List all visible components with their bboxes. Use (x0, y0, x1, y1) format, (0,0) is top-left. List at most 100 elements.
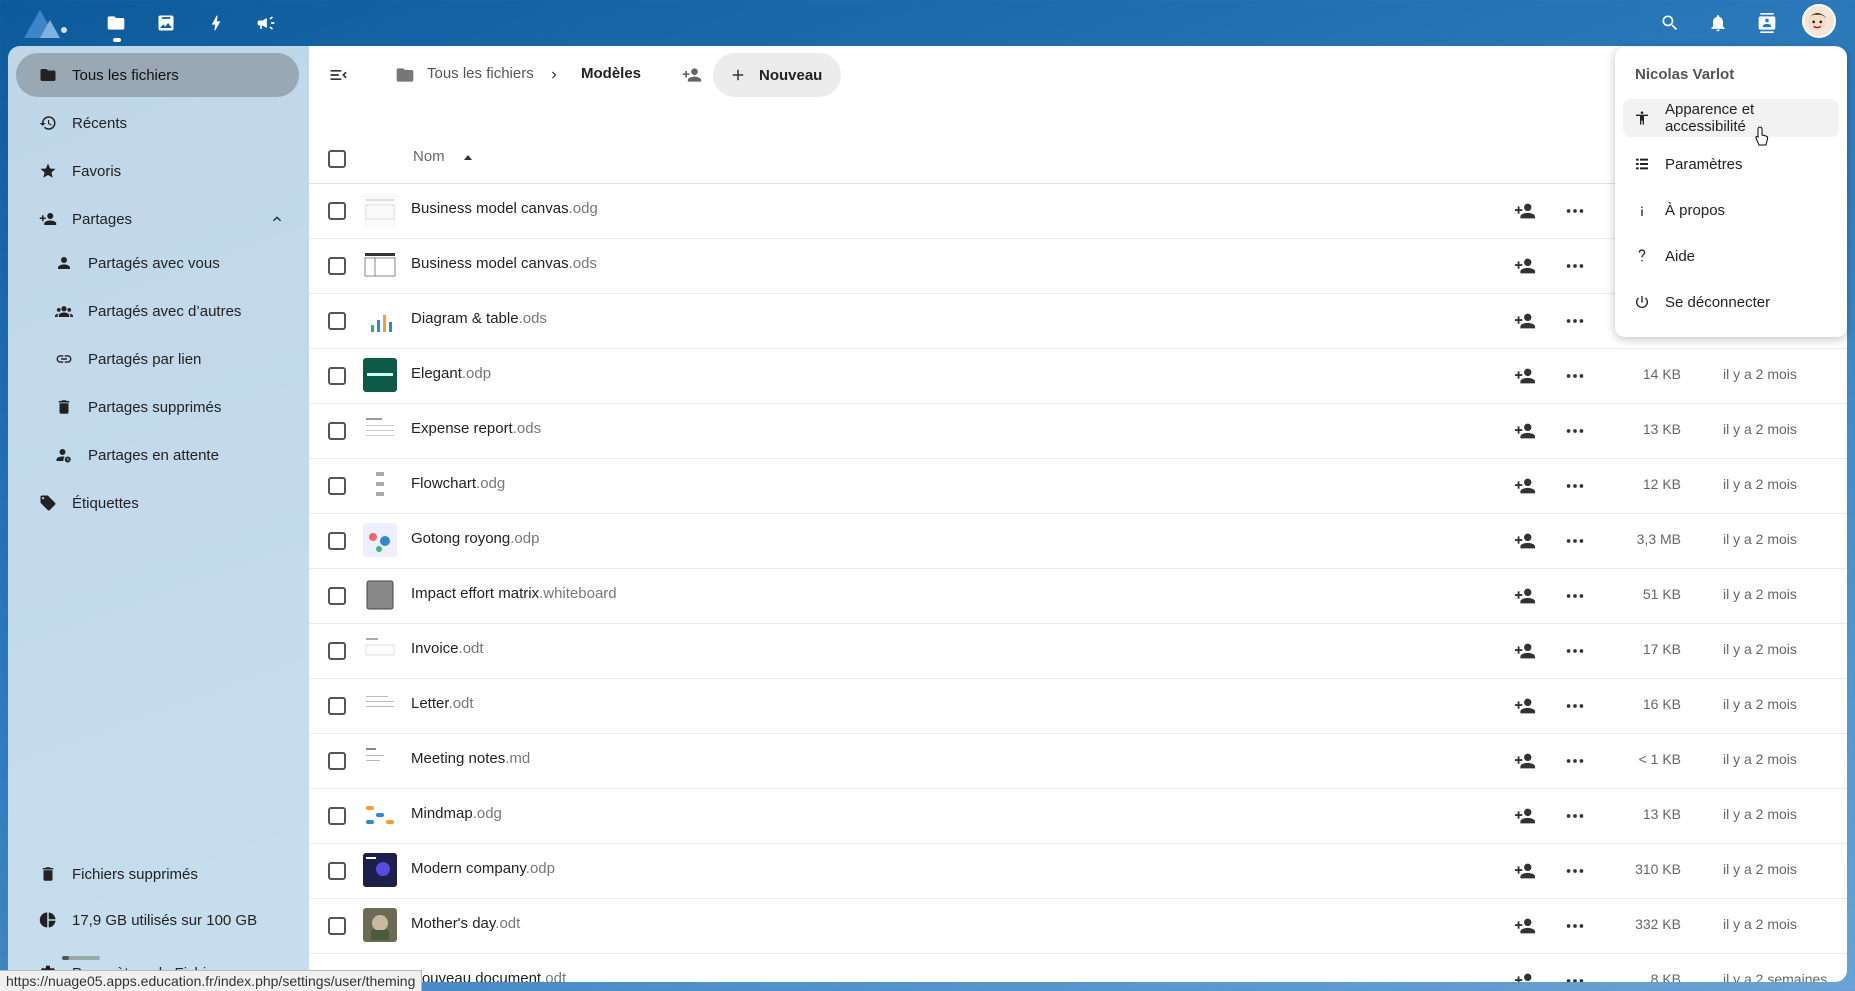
row-checkbox[interactable] (328, 202, 346, 220)
row-checkbox[interactable] (328, 917, 346, 935)
more-actions-icon[interactable] (1564, 255, 1586, 277)
file-name[interactable]: Letter.odt (411, 695, 474, 712)
row-checkbox[interactable] (328, 532, 346, 550)
logo[interactable] (22, 6, 72, 40)
table-row[interactable]: Flowchart.odg 12 KB il y a 2 mois (309, 459, 1847, 514)
search-icon[interactable] (1657, 10, 1683, 36)
more-actions-icon[interactable] (1564, 915, 1586, 937)
more-actions-icon[interactable] (1564, 970, 1586, 982)
file-name[interactable]: Expense report.ods (411, 420, 541, 437)
sidebar-item-pending-shares[interactable]: Partages en attente (16, 433, 299, 477)
menu-item-about[interactable]: À propos (1623, 191, 1839, 229)
sidebar-item-deleted-files[interactable]: Fichiers supprimés (16, 852, 299, 896)
file-name[interactable]: Nouveau document.odt (411, 970, 566, 982)
file-name[interactable]: Invoice.odt (411, 640, 484, 657)
notifications-icon[interactable] (1705, 10, 1731, 36)
file-thumbnail[interactable] (363, 688, 397, 722)
share-icon[interactable] (1514, 805, 1536, 827)
row-checkbox[interactable] (328, 367, 346, 385)
menu-item-help[interactable]: Aide (1623, 237, 1839, 275)
share-icon[interactable] (1514, 365, 1536, 387)
sidebar-item-shared-with-others[interactable]: Partagés avec d’autres (16, 289, 299, 333)
sidebar-item-shared-by-link[interactable]: Partagés par lien (16, 337, 299, 381)
row-checkbox[interactable] (328, 862, 346, 880)
file-thumbnail[interactable] (363, 798, 397, 832)
share-icon[interactable] (1514, 585, 1536, 607)
file-name[interactable]: Flowchart.odg (411, 475, 505, 492)
file-name[interactable]: Impact effort matrix.whiteboard (411, 585, 617, 602)
table-row[interactable]: Nouveau document.odt 8 KB il y a 2 semaine… (309, 954, 1847, 982)
share-folder-icon[interactable] (680, 63, 704, 87)
sidebar-item-shared-with-you[interactable]: Partagés avec vous (16, 241, 299, 285)
sidebar-item-shares[interactable]: Partages (16, 197, 299, 241)
activity-app-icon[interactable] (203, 10, 229, 36)
more-actions-icon[interactable] (1564, 805, 1586, 827)
sort-ascending-icon[interactable] (463, 153, 473, 163)
share-icon[interactable] (1514, 860, 1536, 882)
share-icon[interactable] (1514, 640, 1536, 662)
share-icon[interactable] (1514, 530, 1536, 552)
breadcrumb-current[interactable]: Modèles (581, 65, 641, 82)
file-name[interactable]: Business model canvas.ods (411, 255, 597, 272)
file-name[interactable]: Elegant.odp (411, 365, 491, 382)
file-thumbnail[interactable] (363, 743, 397, 777)
announcements-app-icon[interactable] (253, 10, 279, 36)
table-row[interactable]: Expense report.ods 13 KB il y a 2 mois (309, 404, 1847, 459)
sidebar-item-tags[interactable]: Étiquettes (16, 481, 299, 525)
more-actions-icon[interactable] (1564, 750, 1586, 772)
table-row[interactable]: Meeting notes.md < 1 KB il y a 2 mois (309, 734, 1847, 789)
more-actions-icon[interactable] (1564, 530, 1586, 552)
select-all-checkbox[interactable] (328, 150, 346, 168)
breadcrumb-root[interactable]: Tous les fichiers (427, 65, 534, 82)
more-actions-icon[interactable] (1564, 695, 1586, 717)
file-thumbnail[interactable] (363, 468, 397, 502)
folder-icon[interactable] (393, 63, 417, 87)
file-thumbnail[interactable] (363, 578, 397, 612)
menu-item-logout[interactable]: Se déconnecter (1623, 283, 1839, 321)
table-row[interactable]: Letter.odt 16 KB il y a 2 mois (309, 679, 1847, 734)
file-name[interactable]: Meeting notes.md (411, 750, 530, 767)
file-thumbnail[interactable] (363, 853, 397, 887)
file-name[interactable]: Diagram & table.ods (411, 310, 547, 327)
row-checkbox[interactable] (328, 807, 346, 825)
share-icon[interactable] (1514, 420, 1536, 442)
file-thumbnail[interactable] (363, 523, 397, 557)
table-row[interactable]: Mother's day.odt 332 KB il y a 2 mois (309, 899, 1847, 954)
more-actions-icon[interactable] (1564, 640, 1586, 662)
file-name[interactable]: Modern company.odp (411, 860, 555, 877)
file-name[interactable]: Gotong royong.odp (411, 530, 539, 547)
table-row[interactable]: Elegant.odp 14 KB il y a 2 mois (309, 349, 1847, 404)
row-checkbox[interactable] (328, 642, 346, 660)
more-actions-icon[interactable] (1564, 200, 1586, 222)
file-thumbnail[interactable] (363, 303, 397, 337)
share-icon[interactable] (1514, 750, 1536, 772)
file-thumbnail[interactable] (363, 358, 397, 392)
sidebar-item-deleted-shares[interactable]: Partages supprimés (16, 385, 299, 429)
table-row[interactable]: Impact effort matrix.whiteboard 51 KB il y… (309, 569, 1847, 624)
row-checkbox[interactable] (328, 422, 346, 440)
row-checkbox[interactable] (328, 312, 346, 330)
contacts-icon[interactable] (1754, 10, 1780, 36)
share-icon[interactable] (1514, 695, 1536, 717)
share-icon[interactable] (1514, 255, 1536, 277)
row-checkbox[interactable] (328, 477, 346, 495)
file-thumbnail[interactable] (363, 413, 397, 447)
file-thumbnail[interactable] (363, 908, 397, 942)
share-icon[interactable] (1514, 970, 1536, 982)
new-button[interactable]: Nouveau (713, 53, 841, 97)
menu-item-appearance[interactable]: Apparence et accessibilité (1623, 99, 1839, 137)
table-row[interactable]: Mindmap.odg 13 KB il y a 2 mois (309, 789, 1847, 844)
sidebar-item-all-files[interactable]: Tous les fichiers (16, 53, 299, 97)
more-actions-icon[interactable] (1564, 365, 1586, 387)
share-icon[interactable] (1514, 200, 1536, 222)
file-name[interactable]: Mother's day.odt (411, 915, 520, 932)
user-avatar[interactable] (1802, 4, 1836, 38)
more-actions-icon[interactable] (1564, 310, 1586, 332)
file-name[interactable]: Mindmap.odg (411, 805, 502, 822)
photos-app-icon[interactable] (153, 10, 179, 36)
sidebar-item-recent[interactable]: Récents (16, 101, 299, 145)
file-thumbnail[interactable] (363, 248, 397, 282)
files-app-icon[interactable] (103, 10, 129, 42)
more-actions-icon[interactable] (1564, 860, 1586, 882)
more-actions-icon[interactable] (1564, 585, 1586, 607)
